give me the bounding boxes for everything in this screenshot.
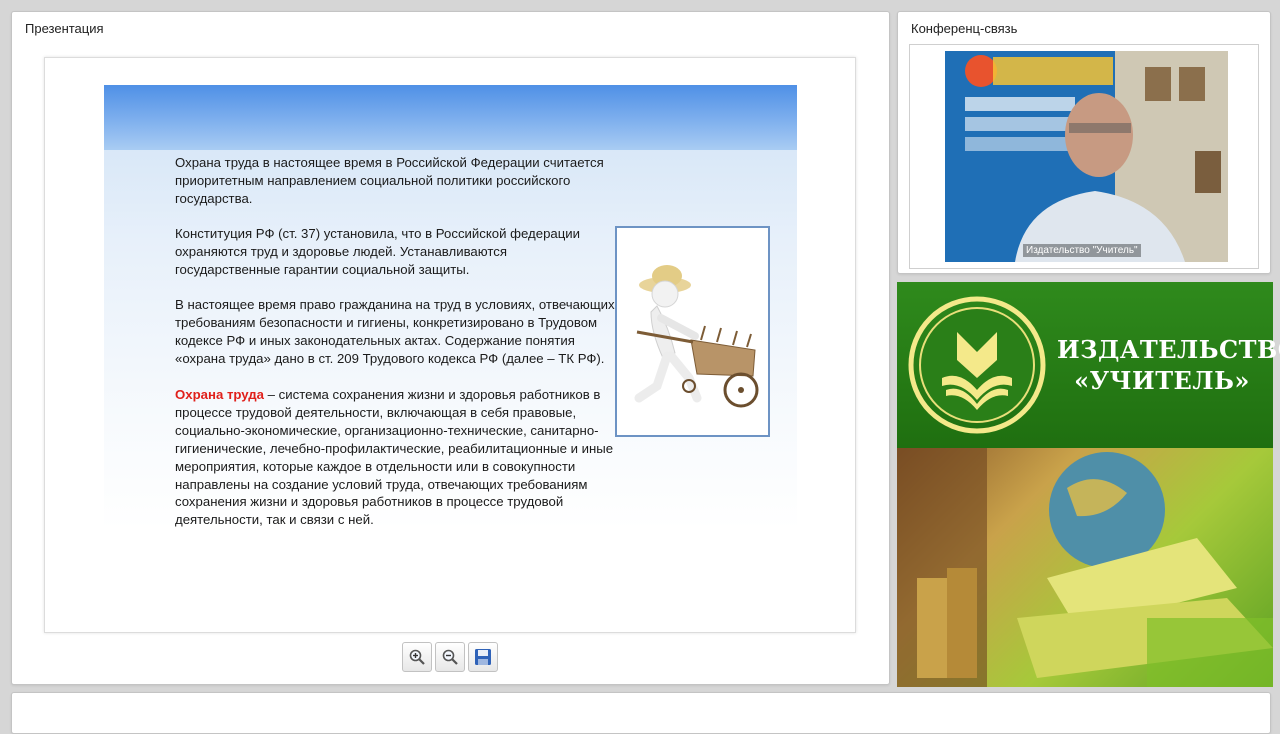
slide-illustration — [615, 226, 770, 437]
conference-title: Конференц-связь — [911, 21, 1018, 36]
publisher-banner: ИЗДАТЕЛЬСТВО «УЧИТЕЛЬ» — [897, 282, 1280, 687]
slide-header-bar — [104, 85, 797, 150]
slide-paragraph-2: Конституция РФ (ст. 37) установила, что … — [175, 226, 581, 277]
slide: Охрана труда в настоящее время в Российс… — [104, 85, 797, 530]
publisher-logo-icon — [908, 296, 1046, 434]
video-caption: Издательство "Учитель" — [1023, 244, 1141, 257]
save-button[interactable] — [468, 642, 498, 672]
banner-logo-area: ИЗДАТЕЛЬСТВО «УЧИТЕЛЬ» — [897, 282, 1280, 448]
video-container: Издательство "Учитель" — [909, 44, 1259, 269]
books-and-globe-image — [897, 448, 1273, 687]
publisher-name: ИЗДАТЕЛЬСТВО «УЧИТЕЛЬ» — [1057, 334, 1280, 396]
term-highlight: Охрана труда — [175, 387, 264, 402]
floppy-disk-icon — [475, 649, 491, 665]
banner-books-image — [897, 448, 1273, 687]
slide-viewer[interactable]: Охрана труда в настоящее время в Российс… — [44, 57, 856, 633]
webcam-video[interactable]: Издательство "Учитель" — [945, 51, 1228, 262]
presentation-title: Презентация — [25, 21, 104, 36]
worker-with-cart-illustration — [634, 265, 759, 408]
publisher-name-line-1: ИЗДАТЕЛЬСТВО — [1057, 335, 1280, 364]
slide-paragraph-1: Охрана труда в настоящее время в Российс… — [175, 155, 604, 206]
bottom-panel — [11, 692, 1271, 734]
zoom-in-button[interactable] — [402, 642, 432, 672]
zoom-out-icon — [442, 649, 458, 665]
zoom-in-icon — [409, 649, 425, 665]
term-definition: – система сохранения жизни и здоровья ра… — [175, 387, 614, 528]
slide-paragraph-3: В настоящее время право гражданина на тр… — [175, 297, 615, 366]
presenter-video-frame — [945, 51, 1228, 262]
zoom-out-button[interactable] — [435, 642, 465, 672]
presentation-panel: Презентация Охрана труда в настоящее вре… — [11, 11, 890, 685]
publisher-name-line-2: «УЧИТЕЛЬ» — [1074, 366, 1250, 395]
conference-panel: Конференц-связь Издательство "Учитель" — [897, 11, 1271, 274]
slide-paragraph-4: Охрана труда – система сохранения жизни … — [175, 386, 620, 529]
